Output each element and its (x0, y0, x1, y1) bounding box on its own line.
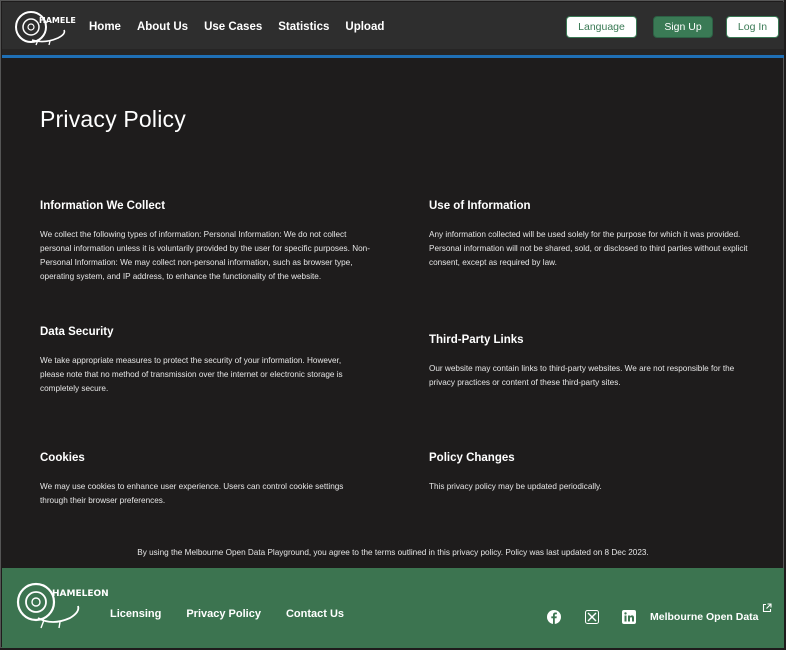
footer-link-privacy-policy[interactable]: Privacy Policy (186, 608, 261, 620)
section-body: This privacy policy may be updated perio… (429, 482, 602, 491)
language-button[interactable]: Language (566, 16, 637, 38)
chameleon-logo-icon[interactable]: HAMELEON (14, 10, 76, 46)
footer-links: Licensing Privacy Policy Contact Us (110, 608, 344, 620)
log-in-button[interactable]: Log In (726, 16, 779, 38)
section-body: Any information collected will be used s… (429, 230, 748, 267)
footer-link-contact-us[interactable]: Contact Us (286, 608, 344, 620)
top-navbar: HAMELEON Home About Us Use Cases Statist… (2, 2, 784, 49)
section-data-security: Data Security We take appropriate measur… (40, 326, 350, 396)
nav-statistics[interactable]: Statistics (278, 21, 329, 33)
nav-about-us[interactable]: About Us (137, 21, 188, 33)
logo-text: HAMELEON (52, 589, 108, 599)
nav-use-cases[interactable]: Use Cases (204, 21, 262, 33)
section-heading: Use of Information (429, 200, 531, 212)
section-heading: Information We Collect (40, 200, 166, 212)
section-heading: Cookies (40, 452, 85, 464)
section-cookies: Cookies We may use cookies to enhance us… (40, 452, 350, 508)
logo-text: HAMELEON (39, 16, 76, 25)
facebook-icon[interactable] (547, 610, 561, 624)
footer-link-licensing[interactable]: Licensing (110, 608, 161, 620)
policy-footnote: By using the Melbourne Open Data Playgro… (137, 548, 649, 557)
section-heading: Data Security (40, 326, 114, 338)
section-third-party-links: Third-Party Links Our website may contai… (429, 334, 749, 390)
section-policy-changes: Policy Changes This privacy policy may b… (429, 452, 749, 494)
section-body: We may use cookies to enhance user exper… (40, 482, 344, 505)
section-use-of-information: Use of Information Any information colle… (429, 200, 749, 270)
section-heading: Third-Party Links (429, 334, 524, 346)
section-body: We collect the following types of inform… (40, 230, 370, 281)
page-title: Privacy Policy (40, 106, 186, 132)
section-information-we-collect: Information We Collect We collect the fo… (40, 200, 370, 284)
sign-up-button[interactable]: Sign Up (653, 16, 713, 38)
x-icon[interactable] (585, 610, 599, 624)
nav-home[interactable]: Home (89, 21, 121, 33)
section-heading: Policy Changes (429, 452, 515, 464)
chameleon-logo-icon[interactable]: HAMELEON (16, 578, 108, 632)
site-footer: HAMELEON Licensing Privacy Policy Contac… (2, 568, 784, 648)
nav-upload[interactable]: Upload (345, 21, 384, 33)
main-nav: Home About Us Use Cases Statistics Uploa… (89, 21, 384, 33)
external-link-icon (762, 603, 772, 613)
section-body: We take appropriate measures to protect … (40, 356, 343, 393)
header-accent-line (2, 55, 784, 58)
linkedin-icon[interactable] (622, 610, 636, 624)
melbourne-open-data-link[interactable]: Melbourne Open Data (650, 611, 759, 623)
section-body: Our website may contain links to third-p… (429, 364, 735, 387)
